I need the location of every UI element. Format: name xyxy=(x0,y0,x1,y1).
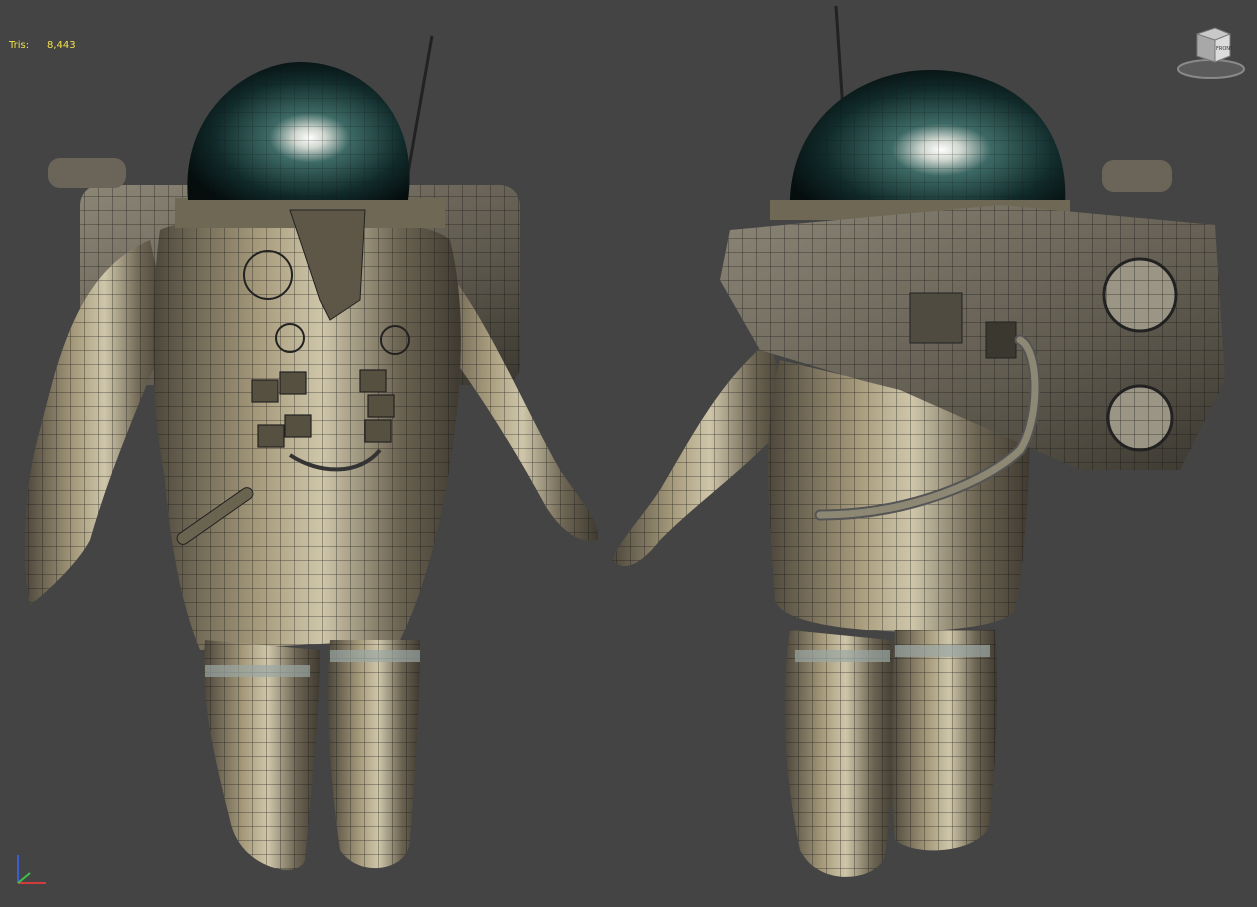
hose-port xyxy=(985,321,1017,359)
astronaut-model-render[interactable] xyxy=(0,0,1257,907)
backpack-lamp xyxy=(1102,160,1172,192)
astronaut-front-view[interactable] xyxy=(24,35,599,870)
astronaut-back-view[interactable] xyxy=(612,5,1225,877)
right-knee-band xyxy=(330,650,420,662)
right-knee-band xyxy=(895,645,990,657)
viewcube-face-label: FRONT xyxy=(1216,46,1234,52)
left-knee-band xyxy=(795,650,890,662)
viewcube-icon[interactable]: FRONT xyxy=(1175,22,1245,80)
left-knee-band xyxy=(205,665,310,677)
backpack-lamp xyxy=(48,158,126,188)
axis-gizmo-icon xyxy=(17,855,46,884)
backpack-panel xyxy=(909,292,963,344)
3d-viewport[interactable]: Tris: 8,443 FRONT xyxy=(0,0,1257,907)
